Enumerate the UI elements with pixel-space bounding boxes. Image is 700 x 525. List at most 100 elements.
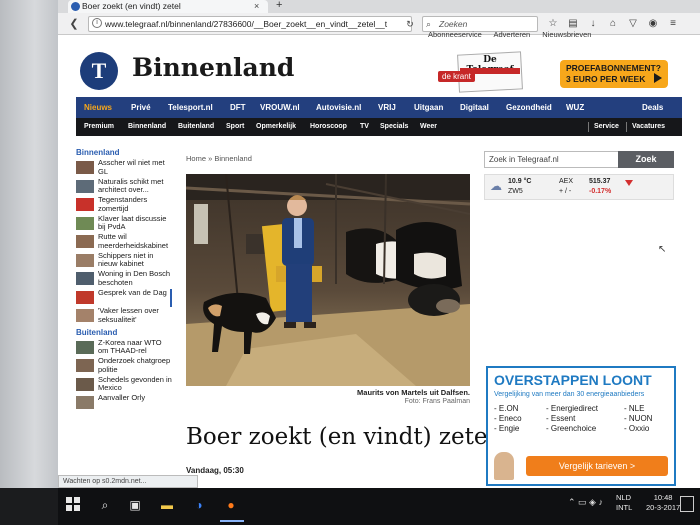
energy-advertisement[interactable]: OVERSTAPPEN LOONT Vergelijking van meer …	[486, 366, 676, 486]
sidebar-item[interactable]: Schedels gevonden in Mexico	[76, 376, 172, 395]
news-thumbnail	[76, 235, 94, 248]
nav-nieuws[interactable]: Nieuws	[84, 97, 112, 118]
menu-icon[interactable]: ≡	[666, 17, 680, 31]
compare-rates-button[interactable]: Vergelijk tarieven >	[526, 456, 668, 476]
promo-line-1: PROEFABONNEMENT?	[566, 63, 661, 73]
news-thumbnail	[76, 340, 94, 354]
site-search-button[interactable]: Zoek	[618, 151, 674, 168]
subscription-promo-button[interactable]: PROEFABONNEMENT? 3 EURO PER WEEK	[560, 60, 668, 88]
bookmark-star-icon[interactable]: ☆	[546, 17, 560, 31]
clock-date: 20-3-2017	[646, 503, 681, 512]
file-explorer-icon[interactable]: ▬	[156, 494, 178, 516]
search-icon[interactable]: ⌕	[94, 494, 116, 516]
sidebar-item[interactable]: Klaver laat discussie bij PvdA	[76, 215, 172, 234]
ad-supplier: - NUON	[624, 414, 653, 423]
reading-list-icon[interactable]: ▤	[566, 17, 580, 31]
task-view-icon[interactable]: ▣	[124, 494, 146, 516]
download-icon[interactable]: ↓	[586, 17, 600, 31]
language-indicator[interactable]: NLD INTL	[616, 493, 632, 513]
newspaper-promo[interactable]: De Telegraaf de krant	[438, 51, 524, 93]
photo-credit: Foto: Frans Paalman	[404, 398, 470, 405]
nav-gezondheid[interactable]: Gezondheid	[506, 97, 552, 118]
pocket-icon[interactable]: ▽	[626, 17, 640, 31]
nav-uitgaan[interactable]: Uitgaan	[414, 97, 443, 118]
sidebar-item[interactable]: Schippers niet in nieuw kabinet	[76, 252, 172, 271]
sidebar-item[interactable]: Woning in Den Bosch beschoten	[76, 270, 172, 289]
subnav-specials[interactable]: Specials	[380, 118, 408, 136]
site-search-input[interactable]: Zoek in Telegraaf.nl	[484, 151, 638, 168]
status-bar: Wachten op s0.2mdn.net...	[58, 475, 198, 488]
firefox-icon[interactable]: ●	[220, 494, 242, 516]
notification-icon[interactable]	[680, 496, 694, 512]
telegraaf-logo[interactable]: T	[80, 52, 118, 90]
sidebar-item[interactable]: Gesprek van de Dag	[76, 288, 172, 307]
subnav-weer[interactable]: Weer	[420, 118, 437, 136]
app-icon[interactable]: ◑	[188, 494, 210, 516]
nav-prive[interactable]: Privé	[131, 97, 151, 118]
tab-title: Boer zoekt (en vindt) zetel	[82, 1, 181, 11]
arrow-right-icon	[654, 73, 662, 83]
aex-delta-label: + / -	[559, 188, 572, 195]
nav-vrij[interactable]: VRIJ	[378, 97, 396, 118]
subnav-buitenland[interactable]: Buitenland	[178, 118, 214, 136]
clock[interactable]: 10:48 20-3-2017	[646, 493, 680, 513]
subnav-premium[interactable]: Premium	[84, 118, 114, 136]
nav-telesport[interactable]: Telesport.nl	[168, 97, 213, 118]
arrow-down-icon	[625, 180, 633, 186]
sidebar-item[interactable]: Aanvaller Orly	[76, 394, 172, 413]
top-link-nieuwsbrieven[interactable]: Nieuwsbrieven	[542, 30, 591, 39]
news-thumbnail	[76, 396, 94, 409]
back-icon[interactable]: ❮	[66, 16, 82, 32]
sidebar-heading-buitenland[interactable]: Buitenland	[76, 328, 172, 339]
breadcrumb[interactable]: Home » Binnenland	[186, 154, 252, 163]
subnav-service[interactable]: Service	[594, 118, 619, 136]
navigation-toolbar: ❮ i www.telegraaf.nl/binnenland/27836600…	[58, 13, 700, 35]
ad-supplier: - E.ON	[494, 404, 519, 413]
sidebar-item[interactable]: Naturalis schikt met architect over...	[76, 178, 172, 197]
top-link-adverteren[interactable]: Adverteren	[493, 30, 530, 39]
system-tray-icons[interactable]: ⌃ ▭ ◈ ♪	[568, 497, 603, 508]
nav-wuz[interactable]: WUZ	[566, 97, 584, 118]
reload-icon[interactable]: ↻	[402, 16, 418, 32]
top-link-abonneeservice[interactable]: Abonneeservice	[428, 30, 482, 39]
promo-line-2: 3 EURO PER WEEK	[566, 74, 646, 84]
subnav-binnenland[interactable]: Binnenland	[128, 118, 166, 136]
sidebar-item[interactable]: Z-Korea naar WTO om THAAD-rel	[76, 339, 172, 358]
nav-digitaal[interactable]: Digitaal	[460, 97, 489, 118]
subnav-divider	[626, 122, 627, 132]
nav-dft[interactable]: DFT	[230, 97, 246, 118]
subnav-tv[interactable]: TV	[360, 118, 369, 136]
ad-supplier: - Greenchoice	[546, 424, 597, 433]
close-tab-icon[interactable]: ×	[254, 0, 259, 13]
home-icon[interactable]: ⌂	[606, 17, 620, 31]
keyboard-layout: INTL	[616, 503, 633, 512]
nav-deals[interactable]: Deals	[642, 97, 663, 118]
weather-stocks-widget[interactable]: ☁ 10.9 °C ZW5 AEX 515.37 + / - -0.17%	[484, 174, 674, 200]
subnav-sport[interactable]: Sport	[226, 118, 244, 136]
windows-start-icon[interactable]	[66, 497, 80, 511]
monitor-bezel	[0, 0, 58, 488]
tab-bar: Boer zoekt (en vindt) zetel × +	[58, 0, 700, 13]
article-hero-photo[interactable]	[186, 174, 470, 386]
aex-value: 515.37	[589, 178, 611, 185]
subnav-vacatures[interactable]: Vacatures	[632, 118, 665, 136]
info-icon[interactable]: i	[92, 18, 102, 28]
sidebar-heading-binnenland[interactable]: Binnenland	[76, 148, 172, 159]
subnav-opmerkelijk[interactable]: Opmerkelijk	[256, 118, 296, 136]
article-headline: Boer zoekt (en vindt) zetel	[186, 424, 495, 450]
new-tab-button[interactable]: +	[276, 0, 282, 11]
sidebar-item[interactable]: 'Vaker lessen over seksualiteit'	[76, 307, 172, 326]
tab-active[interactable]: Boer zoekt (en vindt) zetel	[68, 0, 268, 13]
sidebar-item[interactable]: Asscher wil niet met GL	[76, 159, 172, 178]
nav-vrouw[interactable]: VROUW.nl	[260, 97, 300, 118]
subnav-horoscoop[interactable]: Horoscoop	[310, 118, 347, 136]
sidebar-item[interactable]: Onderzoek chatgroep politie	[76, 357, 172, 376]
news-thumbnail	[76, 359, 94, 372]
web-page: Abonneeservice Adverteren Nieuwsbrieven …	[58, 30, 700, 486]
nav-autovisie[interactable]: Autovisie.nl	[316, 97, 361, 118]
sidebar-item[interactable]: Rutte wil meerderheidskabinet	[76, 233, 172, 252]
aex-label: AEX	[559, 178, 574, 185]
sidebar-item[interactable]: Tegenstanders zomertijd	[76, 196, 172, 215]
extension-icon[interactable]: ◉	[646, 17, 660, 31]
url-bar[interactable]: i www.telegraaf.nl/binnenland/27836600/_…	[88, 16, 412, 32]
